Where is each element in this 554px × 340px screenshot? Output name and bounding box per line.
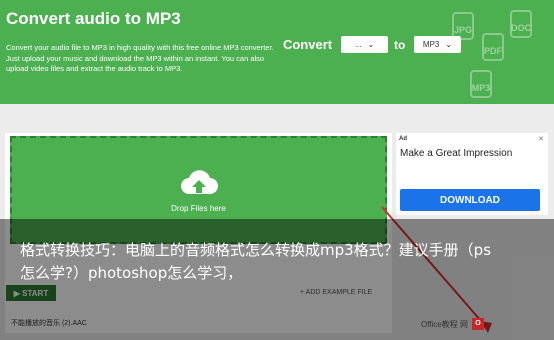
office-logo-icon: O: [471, 318, 484, 330]
chevron-down-icon: ⌄: [445, 40, 453, 49]
ad-title: Make a Great Impression: [400, 148, 513, 159]
from-format-select[interactable]: ... ⌄: [341, 36, 388, 53]
from-format-value: ...: [354, 40, 362, 49]
jpg-file-icon: JPG: [452, 12, 474, 40]
cloud-upload-icon: [180, 169, 218, 194]
watermark-text: Office教程 网: [421, 319, 468, 329]
page-title: Convert audio to MP3: [6, 9, 181, 28]
hero-banner: Convert audio to MP3 Convert your audio …: [0, 0, 554, 104]
watermark: Office教程 网 O: [421, 318, 484, 330]
close-icon[interactable]: ✕: [538, 135, 544, 143]
convert-label: Convert: [283, 37, 333, 52]
pdf-file-icon: PDF: [482, 33, 504, 61]
drop-files-label: Drop Files here: [171, 203, 226, 213]
chevron-down-icon: ⌄: [367, 40, 375, 49]
ad-panel[interactable]: Ad ✕ Make a Great Impression DOWNLOAD: [396, 133, 548, 215]
doc-file-icon: DOC: [510, 10, 532, 38]
ad-badge: Ad: [399, 136, 407, 142]
to-label: to: [394, 38, 406, 52]
mp3-file-icon: MP3: [470, 70, 492, 98]
hero-description: Convert your audio file to MP3 in high q…: [6, 43, 274, 73]
to-format-value: MP3: [422, 40, 440, 49]
caption-text: 格式转换技巧：电脑上的音频格式怎么转换成mp3格式？建议手册（ps怎么学?）ph…: [20, 241, 492, 282]
